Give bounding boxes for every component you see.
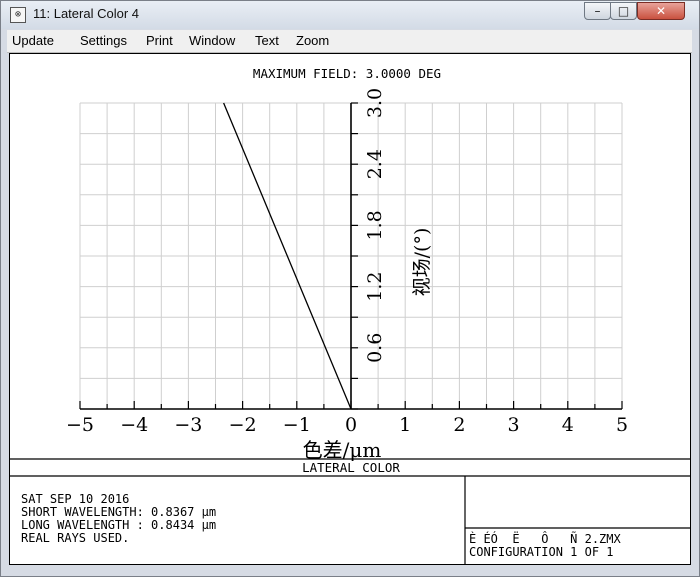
x-tick-label: 5 — [616, 414, 628, 436]
y-tick-label: 0.6 — [364, 333, 386, 363]
menu-zoom[interactable]: Zoom — [296, 33, 329, 48]
minimize-button[interactable]: – — [584, 2, 611, 20]
close-button[interactable]: ✕ — [637, 2, 685, 20]
x-tick-label: 3 — [508, 414, 520, 436]
x-tick-label: −1 — [283, 414, 311, 436]
info-configuration: CONFIGURATION 1 OF 1 — [469, 545, 614, 559]
y-tick-labels: 0.6 1.2 1.8 2.4 3.0 — [364, 88, 386, 363]
x-tick-label: −2 — [229, 414, 257, 436]
y-tick-label: 3.0 — [364, 88, 386, 118]
menu-print[interactable]: Print — [146, 33, 173, 48]
plot-header: MAXIMUM FIELD: 3.0000 DEG — [253, 66, 441, 81]
menu-bar: Update Settings Print Window Text Zoom — [7, 30, 692, 53]
x-tick-label: 4 — [562, 414, 574, 436]
menu-update[interactable]: Update — [12, 33, 54, 48]
x-tick-label: −3 — [174, 414, 202, 436]
x-tick-label: 1 — [399, 414, 411, 436]
y-tick-label: 1.8 — [364, 210, 386, 240]
y-axis-label: 视场/(°) — [411, 228, 433, 297]
x-tick-label: 2 — [453, 414, 465, 436]
plot-area: MAXIMUM FIELD: 3.0000 DEG −5 −4 −3 −2 −1 0 1 2 3… — [9, 53, 691, 565]
section-title: LATERAL COLOR — [302, 460, 400, 475]
y-tick-label: 2.4 — [364, 149, 386, 179]
menu-text[interactable]: Text — [255, 33, 279, 48]
lateral-color-window: ⊗ 11: Lateral Color 4 – □ ✕ Update Setti… — [0, 0, 700, 577]
menu-window[interactable]: Window — [189, 33, 235, 48]
x-tick-label: 0 — [345, 414, 357, 436]
window-title: 11: Lateral Color 4 — [33, 6, 139, 21]
zemax-app-icon[interactable]: ⊗ — [10, 7, 26, 23]
y-tick-label: 1.2 — [364, 271, 386, 301]
x-tick-labels: −5 −4 −3 −2 −1 0 1 2 3 4 5 — [66, 414, 628, 436]
title-bar[interactable]: ⊗ 11: Lateral Color 4 – □ ✕ — [1, 1, 699, 29]
lateral-color-plot: MAXIMUM FIELD: 3.0000 DEG −5 −4 −3 −2 −1 0 1 2 3… — [10, 66, 690, 564]
maximize-button[interactable]: □ — [610, 2, 637, 20]
info-real-rays: REAL RAYS USED. — [21, 531, 130, 545]
menu-settings[interactable]: Settings — [80, 33, 127, 48]
x-tick-label: −5 — [66, 414, 94, 436]
x-tick-label: −4 — [120, 414, 148, 436]
